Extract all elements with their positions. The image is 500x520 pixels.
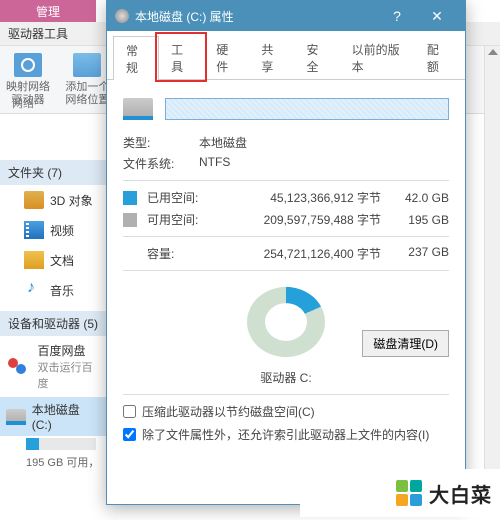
folder-videos[interactable]: 视频 — [0, 215, 110, 245]
explorer-content: 文件夹 (7) 3D 对象 视频 文档 音乐 设备和驱动器 (5) 百度网盘 双… — [0, 160, 110, 520]
folder-label: 音乐 — [50, 282, 74, 299]
folder-label: 视频 — [50, 222, 74, 239]
dialog-tabs: 常规 工具 硬件 共享 安全 以前的版本 配额 — [107, 31, 465, 80]
compress-checkbox[interactable] — [123, 405, 136, 418]
ribbon-subtitle: 驱动器工具 — [8, 25, 68, 42]
folder-video-icon — [24, 221, 44, 239]
drive-baidu[interactable]: 百度网盘 双击运行百度 — [0, 336, 110, 397]
tab-hardware[interactable]: 硬件 — [203, 35, 249, 79]
watermark-text: 大白菜 — [429, 479, 492, 508]
dialog-titlebar[interactable]: 本地磁盘 (C:) 属性 ? ✕ — [107, 1, 465, 31]
capacity-human: 237 GB — [389, 245, 449, 262]
used-bytes: 45,123,366,912 字节 — [213, 189, 389, 206]
used-space-row: 已用空间: 45,123,366,912 字节 42.0 GB — [123, 189, 449, 206]
used-human: 42.0 GB — [389, 191, 449, 205]
disk-cleanup-button[interactable]: 磁盘清理(D) — [362, 330, 449, 357]
ribbon-group-label: 网络 — [12, 95, 34, 111]
dialog-title-text: 本地磁盘 (C:) 属性 — [135, 8, 377, 25]
folder-music[interactable]: 音乐 — [0, 275, 110, 305]
index-label: 除了文件属性外，还允许索引此驱动器上文件的内容(I) — [142, 426, 429, 443]
usage-pie-chart: 磁盘清理(D) — [123, 279, 449, 365]
tab-quota[interactable]: 配额 — [414, 35, 460, 79]
folder-documents[interactable]: 文档 — [0, 245, 110, 275]
compress-checkbox-row[interactable]: 压缩此驱动器以节约磁盘空间(C) — [123, 403, 449, 420]
drive-free-text: 195 GB 可用， — [0, 454, 110, 476]
filesystem-row: 文件系统: NTFS — [123, 155, 449, 172]
add-location-icon — [73, 53, 101, 77]
vertical-scrollbar[interactable] — [484, 46, 500, 517]
folder-label: 3D 对象 — [50, 192, 93, 209]
disk-large-icon — [123, 98, 153, 120]
disk-icon — [115, 9, 129, 23]
close-button[interactable]: ✕ — [417, 1, 457, 31]
capacity-label: 容量: — [123, 245, 213, 262]
divider — [123, 180, 449, 181]
watermark: 大白菜 — [300, 469, 500, 517]
compress-label: 压缩此驱动器以节约磁盘空间(C) — [142, 403, 315, 420]
drive-caption: 驱动器 C: — [123, 369, 449, 386]
capacity-row: 容量: 254,721,126,400 字节 237 GB — [123, 245, 449, 262]
baidu-icon — [8, 356, 31, 378]
folder-docs-icon — [24, 251, 44, 269]
divider — [123, 394, 449, 395]
tab-general[interactable]: 常规 — [113, 36, 159, 80]
ribbon-add-network-location[interactable]: 添加一个 网络位置 — [63, 50, 111, 110]
folder-label: 文档 — [50, 252, 74, 269]
folder-3d-icon — [24, 191, 44, 209]
divider — [123, 236, 449, 237]
tab-previous-versions[interactable]: 以前的版本 — [339, 35, 415, 79]
folders-section-header[interactable]: 文件夹 (7) — [0, 160, 110, 185]
watermark-logo-icon — [395, 479, 423, 507]
drive-label: 百度网盘 — [37, 342, 102, 359]
type-value: 本地磁盘 — [199, 134, 247, 151]
ribbon-context-tab[interactable]: 管理 — [0, 0, 96, 22]
tab-sharing[interactable]: 共享 — [248, 35, 294, 79]
drive-sublabel: 双击运行百度 — [37, 359, 102, 391]
type-label: 类型: — [123, 134, 199, 151]
index-checkbox[interactable] — [123, 428, 136, 441]
drives-section-header[interactable]: 设备和驱动器 (5) — [0, 311, 110, 336]
free-bytes: 209,597,759,488 字节 — [213, 211, 389, 228]
free-swatch — [123, 213, 137, 227]
free-label: 可用空间: — [147, 211, 213, 228]
properties-dialog: 本地磁盘 (C:) 属性 ? ✕ 常规 工具 硬件 共享 安全 以前的版本 配额… — [106, 0, 466, 505]
drive-label: 本地磁盘 (C:) — [32, 401, 102, 432]
disk-icon — [6, 409, 26, 425]
drive-local-c[interactable]: 本地磁盘 (C:) — [0, 397, 110, 436]
drive-name-row — [123, 98, 449, 120]
free-human: 195 GB — [389, 213, 449, 227]
folder-3d-objects[interactable]: 3D 对象 — [0, 185, 110, 215]
help-button[interactable]: ? — [377, 1, 417, 31]
tab-tools[interactable]: 工具 — [158, 35, 204, 79]
index-checkbox-row[interactable]: 除了文件属性外，还允许索引此驱动器上文件的内容(I) — [123, 426, 449, 443]
ribbon-label: 添加一个 网络位置 — [63, 81, 111, 107]
free-space-row: 可用空间: 209,597,759,488 字节 195 GB — [123, 211, 449, 228]
drive-usage-bar — [26, 438, 96, 450]
capacity-bytes: 254,721,126,400 字节 — [213, 245, 389, 262]
divider — [123, 270, 449, 271]
dialog-body: 类型: 本地磁盘 文件系统: NTFS 已用空间: 45,123,366,912… — [107, 80, 465, 459]
type-row: 类型: 本地磁盘 — [123, 134, 449, 151]
tab-security[interactable]: 安全 — [294, 35, 340, 79]
filesystem-label: 文件系统: — [123, 155, 199, 172]
used-swatch — [123, 191, 137, 205]
music-icon — [24, 281, 44, 299]
network-drive-icon — [14, 53, 42, 77]
drive-usage-fill — [26, 438, 39, 450]
pie-graphic — [247, 287, 325, 357]
filesystem-value: NTFS — [199, 155, 230, 172]
drive-name-input[interactable] — [165, 98, 449, 120]
used-label: 已用空间: — [147, 189, 213, 206]
